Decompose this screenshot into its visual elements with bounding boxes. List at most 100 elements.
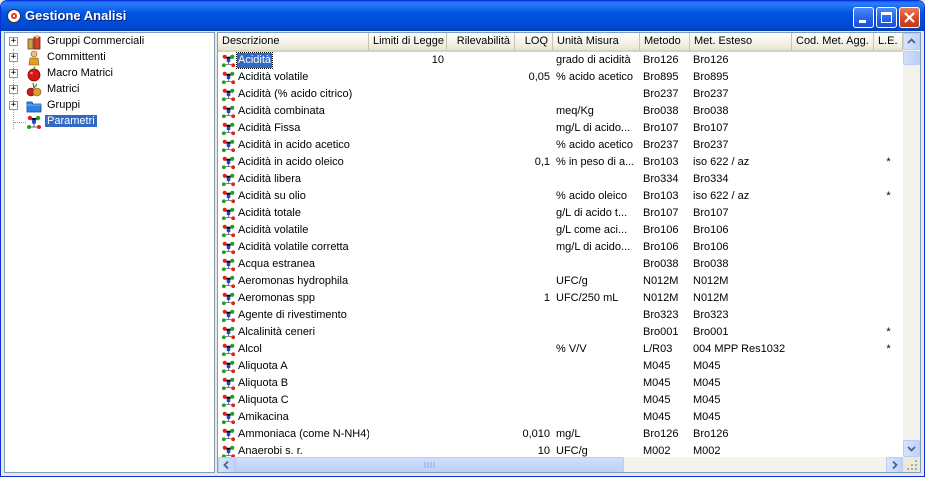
column-header-metodo[interactable]: Metodo [640,33,690,52]
row-description: Aeromonas hydrophila [238,275,349,287]
cell-cod-met-agg [792,188,874,205]
cell-limiti-di-legge [369,273,447,290]
cell-met-esteso: Bro038 [693,105,729,117]
close-button[interactable] [899,7,920,28]
table-row[interactable]: Aliquota A M045 M045 [218,358,903,375]
cell-le [874,86,903,103]
cell-le [874,171,903,188]
column-header-limiti-di-legge[interactable]: Limiti di Legge [369,33,447,52]
table-row[interactable]: Alcalinità ceneri Bro001 Bro001 * [218,324,903,341]
row-description: Alcalinità ceneri [238,326,316,338]
table-row[interactable]: Aliquota C M045 M045 [218,392,903,409]
table-row[interactable]: Acidità in acido acetico % acido acetico B… [218,137,903,154]
cell-loq [515,52,553,69]
cell-unita-misura: mg/L di acido... [556,122,631,134]
tree-item-committenti[interactable]: + Committenti [5,50,214,66]
column-header-rilevabilita[interactable]: Rilevabilità [447,33,515,52]
column-header-loq[interactable]: LOQ [515,33,553,52]
tree-item-matrici[interactable]: + Matrici [5,82,214,98]
maximize-button[interactable] [876,7,897,28]
table-row[interactable]: Aeromonas spp 1 UFC/250 mL N012M N012M [218,290,903,307]
vertical-scrollbar[interactable] [903,33,920,457]
horizontal-scroll-thumb[interactable] [235,457,624,472]
column-header-cod-met-agg[interactable]: Cod. Met. Agg. [792,33,874,52]
minimize-button[interactable] [853,7,874,28]
scroll-up-button[interactable] [903,33,920,50]
expand-icon[interactable]: + [9,85,18,94]
cell-limiti-di-legge: 10 [431,54,444,66]
horizontal-scrollbar[interactable] [218,457,903,472]
tree-item-macro-matrici[interactable]: + Macro Matrici [5,66,214,82]
title-bar[interactable]: Gestione Analisi [1,1,924,31]
table-row[interactable]: Acidità combinata meq/Kg Bro038 Bro038 [218,103,903,120]
column-header-le[interactable]: L.E. [874,33,903,52]
table-row[interactable]: Acidità Fissa mg/L di acido... Bro107 Bro10… [218,120,903,137]
cell-met-esteso: Bro334 [693,173,729,185]
column-header-met-esteso[interactable]: Met. Esteso [690,33,792,52]
cell-met-esteso: M045 [693,394,721,406]
column-header-descrizione[interactable]: Descrizione [218,33,369,52]
cell-cod-met-agg [792,120,874,137]
cell-unita-misura: % acido oleico [556,190,627,202]
tree-item-gruppi[interactable]: + Gruppi [5,98,214,114]
table-row[interactable]: Amikacina M045 M045 [218,409,903,426]
cell-descrizione: Acidità totale [218,205,369,222]
cell-descrizione: Amikacina [218,409,369,426]
navigation-tree[interactable]: + Gruppi Commerciali + Committenti + Mac… [4,32,215,473]
cell-unita-misura: mg/L di acido... [556,241,631,253]
row-description: Aeromonas spp [238,292,316,304]
table-row[interactable]: Acidità su olio % acido oleico Bro103 iso 6… [218,188,903,205]
resize-grip[interactable] [903,457,920,472]
cell-cod-met-agg [792,137,874,154]
expand-icon[interactable]: + [9,37,18,46]
table-row[interactable]: Anaerobi s. r. 10 UFC/g M002 M002 [218,443,903,457]
cell-cod-met-agg [792,222,874,239]
column-header-unita-misura[interactable]: Unità Misura [553,33,640,52]
minimize-icon [859,20,866,23]
cell-descrizione: Acidità Fissa [218,120,369,137]
cell-le [874,69,903,86]
table-row[interactable]: Acidità libera Bro334 Bro334 [218,171,903,188]
cell-limiti-di-legge [369,205,447,222]
table-row[interactable]: Acqua estranea Bro038 Bro038 [218,256,903,273]
row-description: Acqua estranea [238,258,316,270]
table-row[interactable]: Aeromonas hydrophila UFC/g N012M N012M [218,273,903,290]
table-row[interactable]: Acidità volatile g/L come aci... Bro106 Bro… [218,222,903,239]
expand-icon[interactable]: + [9,101,18,110]
cell-metodo: Bro106 [643,224,679,236]
table-row[interactable]: Acidità 10 grado di acidità Bro126 Bro126 [218,52,903,69]
table-row[interactable]: Acidità in acido oleico 0,1 % in peso di a… [218,154,903,171]
vertical-scroll-thumb[interactable] [903,51,920,65]
main-window: Gestione Analisi + Gruppi Commerciali + [0,0,925,477]
table-row[interactable]: Acidità volatile corretta mg/L di acido..… [218,239,903,256]
cell-limiti-di-legge [369,137,447,154]
table-row[interactable]: Acidità totale g/L di acido t... Bro107 Bro… [218,205,903,222]
parameters-grid[interactable]: Descrizione Limiti di Legge Rilevabilità… [217,32,921,473]
cell-le: * [886,343,891,355]
cell-loq: 0,05 [528,71,550,83]
cell-met-esteso: M045 [693,360,721,372]
cell-metodo: Bro126 [643,428,679,440]
molecule-icon [221,54,236,68]
expand-icon[interactable]: + [9,69,18,78]
tree-item-gruppi-commerciali[interactable]: + Gruppi Commerciali [5,34,214,50]
tree-item-parametri[interactable]: Parametri [5,114,214,130]
table-row[interactable]: Ammoniaca (come N-NH4) 0,010 mg/L Bro126 Bro… [218,426,903,443]
cell-unita-misura [553,171,640,188]
table-row[interactable]: Aliquota B M045 M045 [218,375,903,392]
cell-limiti-di-legge [369,69,447,86]
molecule-icon [221,292,236,306]
expand-icon[interactable]: + [9,53,18,62]
table-row[interactable]: Acidità (% acido citrico) Bro237 Bro237 [218,86,903,103]
scroll-left-button[interactable] [218,457,235,472]
cell-metodo: Bro237 [643,88,679,100]
scroll-right-button[interactable] [886,457,903,472]
molecule-icon [221,71,236,85]
table-row[interactable]: Agente di rivestimento Bro323 Bro323 [218,307,903,324]
table-row[interactable]: Acidità volatile 0,05 % acido acetico Bro89… [218,69,903,86]
cell-cod-met-agg [792,426,874,443]
scroll-down-button[interactable] [903,440,920,457]
table-row[interactable]: Alcol % V/V L/R03 004 MPP Res1032 * [218,341,903,358]
cell-limiti-di-legge [369,222,447,239]
row-description: Amikacina [238,411,289,423]
